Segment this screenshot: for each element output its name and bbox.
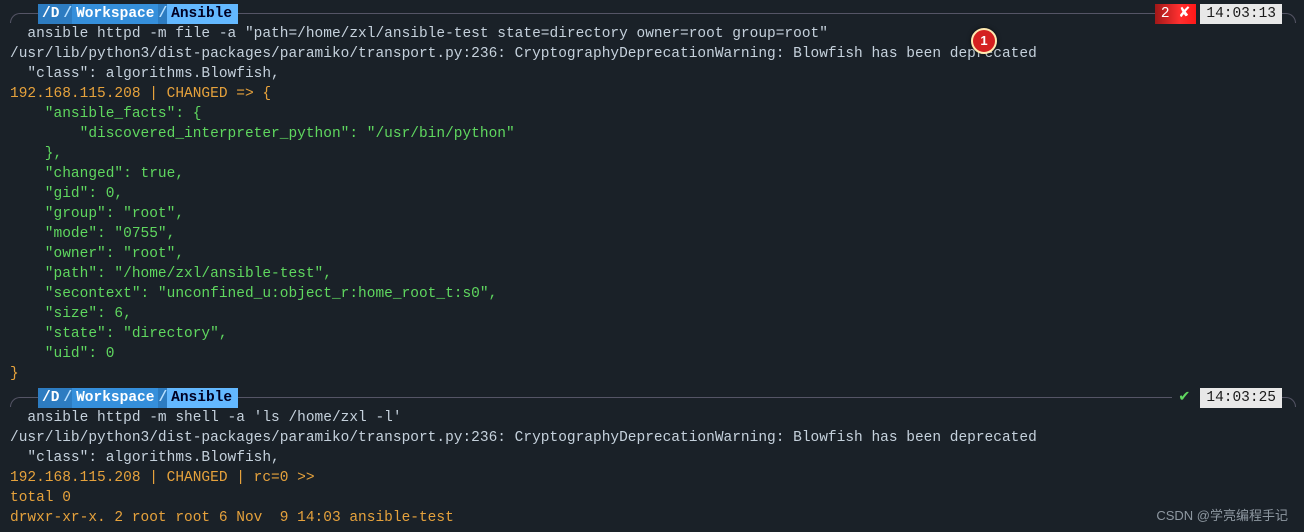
ls-output-2: drwxr-xr-x. 2 root root 6 Nov 9 14:03 an… <box>0 508 1304 528</box>
time-badge-1: 14:03:13 <box>1200 4 1282 24</box>
path-seg-ansible: Ansible <box>167 388 238 408</box>
json-line: "secontext": "unconfined_u:object_r:home… <box>0 284 1304 304</box>
json-line: "state": "directory", <box>0 324 1304 344</box>
path-seg-d: /D <box>38 388 63 408</box>
status-error-badge: 2 ✘ <box>1155 4 1197 24</box>
json-line: "owner": "root", <box>0 244 1304 264</box>
json-line: "changed": true, <box>0 164 1304 184</box>
prompt-corner <box>10 13 38 23</box>
annotation-callout-1: 1 <box>971 28 997 54</box>
json-line: "gid": 0, <box>0 184 1304 204</box>
json-line: "group": "root", <box>0 204 1304 224</box>
host-result-2: 192.168.115.208 | CHANGED | rc=0 >> <box>0 468 1304 488</box>
time-badge-2: 14:03:25 <box>1200 388 1282 408</box>
ls-output-1: total 0 <box>0 488 1304 508</box>
path-seg-d: /D <box>38 4 63 24</box>
json-line: "path": "/home/zxl/ansible-test", <box>0 264 1304 284</box>
warning-line-3: /usr/lib/python3/dist-packages/paramiko/… <box>0 428 1304 448</box>
json-line: "discovered_interpreter_python": "/usr/b… <box>0 124 1304 144</box>
watermark: CSDN @学亮编程手记 <box>1156 506 1288 526</box>
prompt-corner <box>10 397 38 407</box>
path-seg-ansible: Ansible <box>167 4 238 24</box>
json-line: "ansible_facts": { <box>0 104 1304 124</box>
path-seg-workspace: Workspace <box>72 388 158 408</box>
host-result-1: 192.168.115.208 | CHANGED => { <box>0 84 1304 104</box>
warning-line-2: "class": algorithms.Blowfish, <box>0 64 1304 84</box>
json-line: "mode": "0755", <box>0 224 1304 244</box>
command-1[interactable]: ansible httpd -m file -a "path=/home/zxl… <box>0 24 1304 44</box>
json-line: }, <box>0 144 1304 164</box>
prompt-2-bar: /D/Workspace/Ansible ✔ 14:03:25 <box>0 388 1304 408</box>
json-close: } <box>0 364 1304 384</box>
json-line: "size": 6, <box>0 304 1304 324</box>
status-success-icon: ✔ <box>1172 388 1196 408</box>
warning-line-1: /usr/lib/python3/dist-packages/paramiko/… <box>0 44 1304 64</box>
path-seg-workspace: Workspace <box>72 4 158 24</box>
warning-line-4: "class": algorithms.Blowfish, <box>0 448 1304 468</box>
prompt-1-bar: /D/Workspace/Ansible 2 ✘ 14:03:13 <box>0 4 1304 24</box>
command-2[interactable]: ansible httpd -m shell -a 'ls /home/zxl … <box>0 408 1304 428</box>
json-line: "uid": 0 <box>0 344 1304 364</box>
